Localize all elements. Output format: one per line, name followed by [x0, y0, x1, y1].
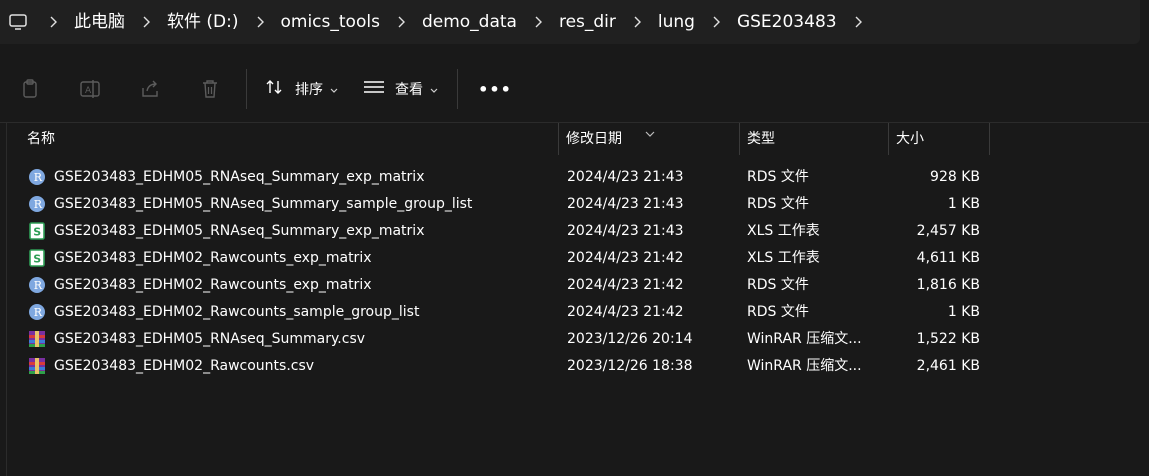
view-label: 查看 — [395, 82, 423, 98]
file-row[interactable]: R GSE203483_EDHM02_Rawcounts_exp_matrix … — [6, 272, 1149, 299]
file-date: 2023/12/26 20:14 — [567, 331, 693, 347]
file-row[interactable]: GSE203483_EDHM02_Rawcounts.csv 2023/12/2… — [6, 353, 1149, 380]
file-row[interactable]: R GSE203483_EDHM02_Rawcounts_sample_grou… — [6, 299, 1149, 326]
file-name: GSE203483_EDHM05_RNAseq_Summary_exp_matr… — [54, 223, 425, 239]
file-type: RDS 文件 — [747, 196, 809, 212]
more-dots-icon: ••• — [478, 79, 512, 99]
file-name: GSE203483_EDHM02_Rawcounts_sample_group_… — [54, 304, 420, 320]
file-size: 2,457 KB — [916, 223, 980, 239]
svg-text:R: R — [34, 171, 43, 184]
breadcrumb-item[interactable]: res_dir — [555, 0, 620, 44]
file-type: RDS 文件 — [747, 304, 809, 320]
svg-text:R: R — [34, 198, 43, 211]
file-type: RDS 文件 — [747, 277, 809, 293]
address-bar[interactable]: 此电脑 软件 (D:) omics_tools demo_data res_dir lun… — [0, 0, 1140, 44]
chevron-right-icon[interactable] — [36, 0, 70, 44]
rename-icon[interactable]: A — [60, 56, 120, 122]
winrar-archive-icon — [27, 356, 47, 376]
file-row[interactable]: R GSE203483_EDHM05_RNAseq_Summary_sample… — [6, 191, 1149, 218]
svg-text:A: A — [85, 86, 92, 96]
file-name: GSE203483_EDHM02_Rawcounts_exp_matrix — [54, 277, 372, 293]
file-date: 2024/4/23 21:43 — [567, 196, 684, 212]
breadcrumb-item[interactable]: omics_tools — [277, 0, 384, 44]
file-type: XLS 工作表 — [747, 223, 820, 239]
r-file-icon: R — [27, 194, 47, 214]
toolbar-divider — [457, 69, 458, 109]
file-size: 1 KB — [947, 304, 980, 320]
svg-text:S: S — [33, 253, 41, 266]
sort-icon — [265, 78, 285, 100]
file-date: 2024/4/23 21:42 — [567, 250, 684, 266]
file-date: 2024/4/23 21:42 — [567, 304, 684, 320]
spreadsheet-icon: S — [27, 248, 47, 268]
breadcrumb-item[interactable]: GSE203483 — [733, 0, 841, 44]
file-type: WinRAR 压缩文... — [747, 331, 862, 347]
breadcrumb-item[interactable]: 软件 (D:) — [163, 0, 243, 44]
chevron-right-icon[interactable] — [699, 0, 733, 44]
sort-label: 排序 — [295, 82, 323, 98]
file-date: 2024/4/23 21:43 — [567, 223, 684, 239]
toolbar-divider — [246, 69, 247, 109]
svg-text:R: R — [34, 279, 43, 292]
file-size: 1,816 KB — [916, 277, 980, 293]
file-row[interactable]: R GSE203483_EDHM05_RNAseq_Summary_exp_ma… — [6, 164, 1149, 191]
file-size: 4,611 KB — [916, 250, 980, 266]
file-name: GSE203483_EDHM05_RNAseq_Summary.csv — [54, 331, 366, 347]
file-date: 2023/12/26 18:38 — [567, 358, 693, 374]
svg-text:R: R — [34, 306, 43, 319]
chevron-right-icon[interactable] — [521, 0, 555, 44]
file-size: 928 KB — [930, 169, 980, 185]
share-icon[interactable] — [120, 56, 180, 122]
view-button[interactable]: 查看 — [351, 56, 451, 122]
paste-icon[interactable] — [0, 56, 60, 122]
column-header-name[interactable]: 名称 — [20, 123, 558, 155]
column-header-type[interactable]: 类型 — [740, 123, 888, 155]
file-name: GSE203483_EDHM05_RNAseq_Summary_exp_matr… — [54, 169, 425, 185]
breadcrumb-item[interactable]: 此电脑 — [70, 0, 129, 44]
file-name: GSE203483_EDHM05_RNAseq_Summary_sample_g… — [54, 196, 473, 212]
column-divider[interactable] — [989, 123, 990, 155]
command-bar: A 排序 查看 ••• — [0, 56, 1149, 123]
sort-descending-icon — [644, 123, 656, 142]
chevron-down-icon — [429, 80, 439, 99]
chevron-right-icon[interactable] — [243, 0, 277, 44]
r-file-icon: R — [27, 167, 47, 187]
file-date: 2024/4/23 21:42 — [567, 277, 684, 293]
breadcrumb: 此电脑 软件 (D:) omics_tools demo_data res_dir lun… — [36, 0, 875, 44]
breadcrumb-item[interactable]: lung — [654, 0, 699, 44]
file-size: 1,522 KB — [916, 331, 980, 347]
file-type: RDS 文件 — [747, 169, 809, 185]
view-lines-icon — [363, 79, 385, 99]
more-options-button[interactable]: ••• — [464, 56, 526, 122]
file-date: 2024/4/23 21:43 — [567, 169, 684, 185]
file-size: 2,461 KB — [916, 358, 980, 374]
breadcrumb-item[interactable]: demo_data — [418, 0, 521, 44]
monitor-icon[interactable] — [0, 0, 36, 44]
column-header-size[interactable]: 大小 — [889, 123, 989, 155]
sort-button[interactable]: 排序 — [253, 56, 351, 122]
file-type: XLS 工作表 — [747, 250, 820, 266]
file-row[interactable]: GSE203483_EDHM05_RNAseq_Summary.csv 2023… — [6, 326, 1149, 353]
chevron-right-icon[interactable] — [384, 0, 418, 44]
svg-text:S: S — [33, 226, 41, 239]
chevron-right-icon[interactable] — [129, 0, 163, 44]
file-list: R GSE203483_EDHM05_RNAseq_Summary_exp_ma… — [6, 164, 1149, 380]
chevron-right-icon[interactable] — [841, 0, 875, 44]
file-name: GSE203483_EDHM02_Rawcounts_exp_matrix — [54, 250, 372, 266]
file-type: WinRAR 压缩文... — [747, 358, 862, 374]
r-file-icon: R — [27, 302, 47, 322]
file-row[interactable]: S GSE203483_EDHM05_RNAseq_Summary_exp_ma… — [6, 218, 1149, 245]
winrar-archive-icon — [27, 329, 47, 349]
r-file-icon: R — [27, 275, 47, 295]
chevron-down-icon — [329, 80, 339, 99]
spreadsheet-icon: S — [27, 221, 47, 241]
file-row[interactable]: S GSE203483_EDHM02_Rawcounts_exp_matrix … — [6, 245, 1149, 272]
column-header-row: 名称 修改日期 类型 大小 — [6, 123, 1149, 155]
chevron-right-icon[interactable] — [620, 0, 654, 44]
file-name: GSE203483_EDHM02_Rawcounts.csv — [54, 358, 315, 374]
trash-icon[interactable] — [180, 56, 240, 122]
file-size: 1 KB — [947, 196, 980, 212]
